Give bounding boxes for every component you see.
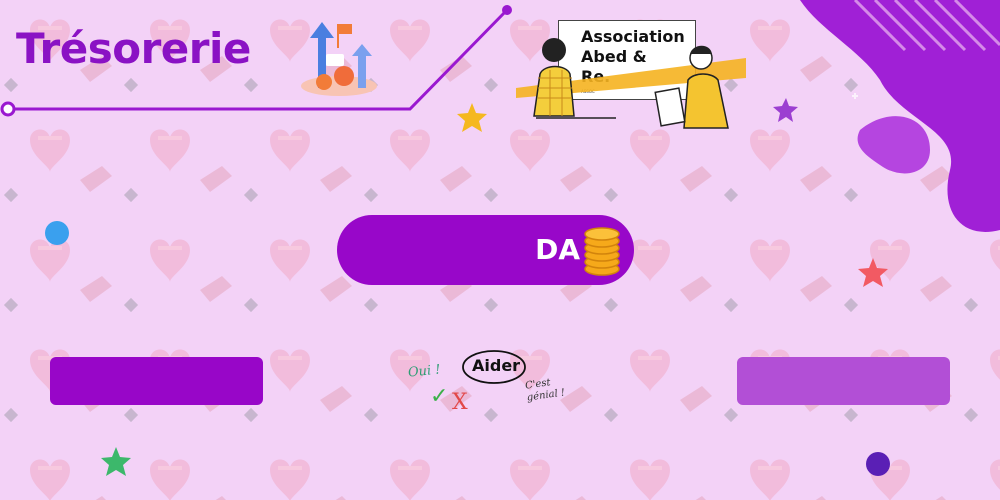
page-title: Trésorerie [16, 24, 251, 73]
coins-icon [584, 227, 620, 276]
people-illustration [516, 38, 746, 129]
left-action-button[interactable] [50, 357, 263, 405]
right-action-button[interactable] [737, 357, 950, 405]
finance-growth-icon [301, 22, 377, 96]
aider-label: Aider [472, 356, 521, 375]
cross-icon: X [452, 390, 468, 415]
currency-display: DA [337, 215, 634, 285]
check-icon: ✓ [430, 384, 449, 409]
currency-label: DA [535, 233, 580, 266]
